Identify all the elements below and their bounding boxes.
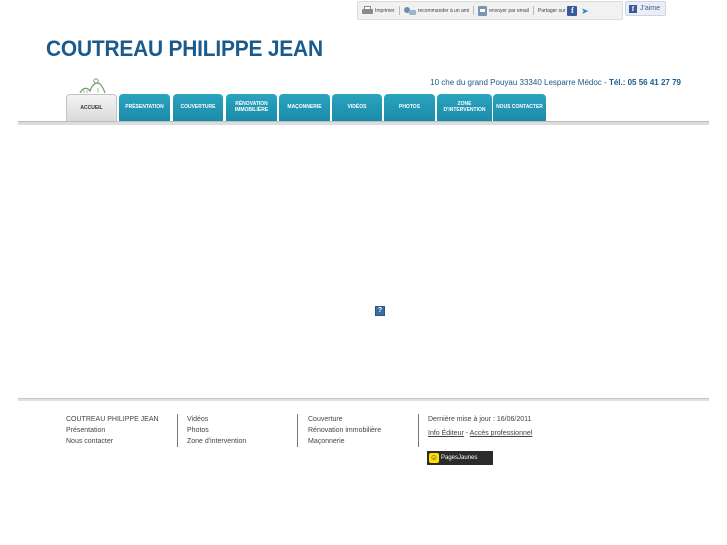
share-on: Partager sur f ➤ xyxy=(534,5,595,16)
tab-zone-intervention[interactable]: ZONE D'INTERVENTION xyxy=(437,94,492,122)
facebook-icon: f xyxy=(629,4,637,13)
footer-link-renovation[interactable]: Rénovation immobilière xyxy=(308,425,381,436)
recommend-link[interactable]: recommander à un ami xyxy=(400,6,473,16)
nav-divider xyxy=(18,121,709,125)
share-label: Partager sur xyxy=(537,7,566,14)
phone-number: Tél.: 05 56 41 27 79 xyxy=(608,78,681,87)
footer-link-photos[interactable]: Photos xyxy=(187,425,246,436)
footer-divider xyxy=(18,398,709,401)
footer-link-presentation[interactable]: Présentation xyxy=(66,425,159,436)
pagesjaunes-badge[interactable]: ☺ PagesJaunes xyxy=(427,451,493,465)
tab-nous-contacter[interactable]: NOUS CONTACTER xyxy=(493,94,546,122)
missing-plugin-icon: ? xyxy=(375,306,385,316)
print-label: Imprimer xyxy=(375,7,395,14)
footer-link-videos[interactable]: Vidéos xyxy=(187,414,246,425)
footer-column-2: Vidéos Photos Zone d'intervention xyxy=(187,414,246,447)
share-toolbar: Imprimer recommander à un ami envoyer pa… xyxy=(357,1,623,20)
tab-renovation-immobiliere[interactable]: RÉNOVATION IMMOBILIÈRE xyxy=(226,94,277,122)
footer-link-maconnerie[interactable]: Maçonnerie xyxy=(308,436,381,447)
info-editor-link[interactable]: Info Éditeur xyxy=(428,430,464,437)
last-update-text: Dernière mise à jour : 16/06/2011 xyxy=(428,416,532,423)
footer-column-1: COUTREAU PHILIPPE JEAN Présentation Nous… xyxy=(66,414,159,447)
email-label: envoyer par email xyxy=(489,7,529,14)
tab-maconnerie[interactable]: MAÇONNERIE xyxy=(279,94,330,122)
logo-icon xyxy=(79,78,106,94)
facebook-share-icon[interactable]: f xyxy=(567,5,578,16)
footer-link-home[interactable]: COUTREAU PHILIPPE JEAN xyxy=(66,414,159,425)
tab-presentation[interactable]: PRÉSENTATION xyxy=(119,94,170,122)
footer-link-couverture[interactable]: Couverture xyxy=(308,414,381,425)
tab-photos[interactable]: PHOTOS xyxy=(384,94,435,122)
footer-separator xyxy=(297,414,298,447)
email-icon xyxy=(478,5,488,16)
pagesjaunes-label: PagesJaunes xyxy=(441,455,478,461)
tab-accueil[interactable]: ACCUEIL xyxy=(66,94,117,122)
company-title: COUTREAU PHILIPPE JEAN xyxy=(46,36,323,61)
footer-column-4: Dernière mise à jour : 16/06/2011 Info É… xyxy=(428,414,532,439)
footer-column-3: Couverture Rénovation immobilière Maçonn… xyxy=(308,414,381,447)
print-link[interactable]: Imprimer xyxy=(358,6,399,15)
address-text: 10 che du grand Pouyau 33340 Lesparre Mé… xyxy=(430,78,602,87)
twitter-share-icon[interactable]: ➤ xyxy=(579,6,590,16)
like-label: J'aime xyxy=(640,5,661,12)
recommend-label: recommander à un ami xyxy=(417,7,470,14)
footer-link-contact[interactable]: Nous contacter xyxy=(66,436,159,447)
footer-link-zone[interactable]: Zone d'intervention xyxy=(187,436,246,447)
footer-legal-links: Info Éditeur - Accès professionnel xyxy=(428,428,532,439)
recommend-friend-icon xyxy=(403,6,416,16)
tab-couverture[interactable]: COUVERTURE xyxy=(173,94,223,122)
email-link[interactable]: envoyer par email xyxy=(474,5,533,16)
printer-icon xyxy=(362,6,373,15)
facebook-like-button[interactable]: f J'aime xyxy=(625,1,666,16)
pro-access-link[interactable]: Accès professionnel xyxy=(470,430,533,437)
contact-line: 10 che du grand Pouyau 33340 Lesparre Mé… xyxy=(430,78,681,87)
pagesjaunes-logo-icon: ☺ xyxy=(429,453,439,463)
tab-videos[interactable]: VIDÉOS xyxy=(332,94,382,122)
footer-separator xyxy=(418,414,419,447)
footer-separator xyxy=(177,414,178,447)
